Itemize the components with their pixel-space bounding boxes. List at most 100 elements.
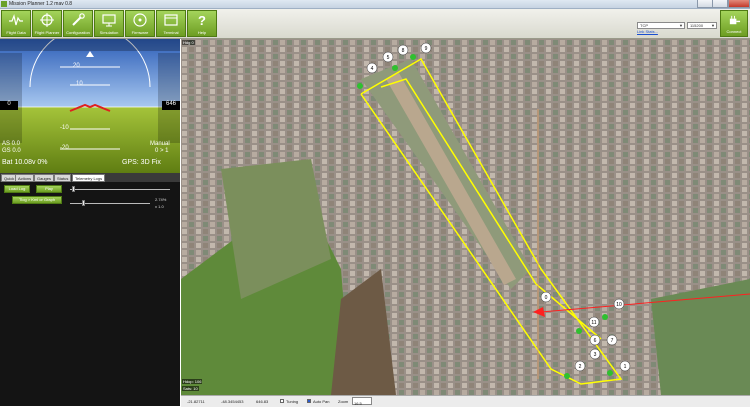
connect-label: Connect xyxy=(726,29,742,34)
flight-data-button[interactable]: Flight Data xyxy=(1,10,31,37)
hdop-readout: Hdop: 106 xyxy=(182,379,203,384)
waypoint-label: 11 xyxy=(591,320,596,326)
longitude-value: -48.3454453 xyxy=(221,399,244,404)
playback-speed: x 1.0 xyxy=(155,204,164,209)
flight-planner-button[interactable]: Flight Planner xyxy=(32,10,62,37)
flight-data-tabs: Quick Actions Gauges Status Telemetry Lo… xyxy=(0,173,180,182)
waypoint-label: 9 xyxy=(425,46,428,52)
hud-artificial-horizon xyxy=(0,39,180,173)
monitor-icon xyxy=(102,14,116,27)
waypoint-label: 10 xyxy=(616,302,622,308)
load-log-button[interactable]: Load Log xyxy=(4,185,30,193)
airspeed-text: AS 0.0 xyxy=(2,141,21,147)
tuning-checkbox[interactable] xyxy=(280,399,284,403)
tab-gauges-label: Gauges xyxy=(37,176,52,181)
connect-button[interactable]: Connect xyxy=(720,10,748,37)
park-area xyxy=(651,279,750,395)
tab-actions[interactable]: Actions xyxy=(15,174,35,182)
play-button[interactable]: Play xyxy=(36,185,62,193)
zoom-value: 16.5 xyxy=(354,401,362,406)
wrench-icon xyxy=(72,13,85,26)
satellite-map: 0 1 2 3 4 5 6 7 8 9 10 11 xyxy=(181,39,750,395)
pitch-label: 20 xyxy=(73,63,80,69)
pitch-label: -20 xyxy=(60,145,69,151)
chevron-down-icon: ▼ xyxy=(711,23,715,28)
tlog-graph-label: Tlog > Kml or Graph xyxy=(18,197,56,202)
telemetry-logs-panel: Load Log Play Tlog > Kml or Graph 2.74% … xyxy=(0,182,180,406)
altitude-readout: 646 xyxy=(162,101,180,110)
waypoint-label: 1 xyxy=(624,364,627,370)
sats-readout: Sats: 10 xyxy=(182,386,199,391)
map-view[interactable]: 0 1 2 3 4 5 6 7 8 9 10 11 Hdg 0 Hdop: 10… xyxy=(181,39,750,395)
minimize-button[interactable] xyxy=(697,0,713,8)
zoom-label: Zoom xyxy=(338,399,349,404)
flight-mode-text: Manual xyxy=(150,141,170,147)
plug-icon xyxy=(729,15,741,25)
help-button[interactable]: ? Help xyxy=(187,10,217,37)
firmware-label: Firmware xyxy=(131,30,149,35)
tab-gauges[interactable]: Gauges xyxy=(34,174,55,182)
progress-percent: 2.74% xyxy=(155,197,167,202)
simulation-button[interactable]: Simulation xyxy=(94,10,124,37)
gps-text: GPS: 3D Fix xyxy=(122,159,161,166)
title-bar: Mission Planner 1.2 mav 0.8 xyxy=(0,0,750,9)
log-progress-thumb[interactable] xyxy=(72,186,75,192)
tab-telemetry-logs-label: Telemetry Logs xyxy=(75,176,103,181)
pulse-icon xyxy=(9,13,23,26)
waypoint-label: 2 xyxy=(579,364,582,370)
waypoint-label: 8 xyxy=(402,48,405,54)
log-progress-track xyxy=(70,189,170,190)
waypoint-label: 6 xyxy=(594,338,597,344)
port-select[interactable]: TCP ▼ xyxy=(637,22,685,29)
load-log-label: Load Log xyxy=(8,186,26,191)
terminal-button[interactable]: Terminal xyxy=(156,10,186,37)
terminal-icon xyxy=(164,14,178,26)
waypoint-label: 0 xyxy=(545,295,548,301)
window-title: Mission Planner 1.2 mav 0.8 xyxy=(9,1,73,7)
configuration-button[interactable]: Configuration xyxy=(63,10,93,37)
help-label: Help xyxy=(197,30,207,35)
hud-display: 0 646 20 10 -10 -20 AS 0.0 GS 0.0 Manual… xyxy=(0,39,180,173)
firmware-button[interactable]: Firmware xyxy=(125,10,155,37)
chevron-down-icon: ▼ xyxy=(679,23,683,28)
tab-status[interactable]: Status xyxy=(54,174,72,182)
tab-quick-label: Quick xyxy=(4,176,15,181)
flight-data-label: Flight Data xyxy=(6,30,26,35)
terminal-label: Terminal xyxy=(163,30,179,35)
maximize-button[interactable] xyxy=(712,0,728,8)
latitude-value: -21.82711 xyxy=(187,399,205,404)
tlog-graph-button[interactable]: Tlog > Kml or Graph xyxy=(12,196,62,204)
armed-text: 0 > 1 xyxy=(155,148,169,154)
pitch-label: -10 xyxy=(60,125,69,131)
app-icon xyxy=(1,1,7,7)
tuning-label: Tuning xyxy=(286,399,299,404)
tab-telemetry-logs[interactable]: Telemetry Logs xyxy=(72,174,106,182)
map-status-bar: -21.82711 -48.3454453 646.83 Tuning Auto… xyxy=(181,395,750,407)
flight-planner-label: Flight Planner xyxy=(34,30,60,35)
play-label: Play xyxy=(45,186,53,191)
tab-status-label: Status xyxy=(57,176,69,181)
auto-pan-checkbox[interactable] xyxy=(307,399,311,403)
disc-icon xyxy=(133,13,147,27)
svg-text:?: ? xyxy=(198,13,206,27)
simulation-label: Simulation xyxy=(99,30,119,35)
groundspeed-text: GS 0.0 xyxy=(2,148,21,154)
main-toolbar: Flight Data Flight Planner Configuration… xyxy=(0,9,750,39)
baud-select[interactable]: 115200 ▼ xyxy=(687,22,717,29)
auto-pan-label: Auto Pan xyxy=(313,399,330,404)
speed-thumb[interactable] xyxy=(82,200,85,206)
link-stats-link[interactable]: Link Stats... xyxy=(637,29,658,34)
close-button[interactable] xyxy=(728,0,750,8)
crosshair-icon xyxy=(40,13,54,27)
configuration-label: Configuration xyxy=(66,30,90,35)
airspeed-readout: 0 xyxy=(0,101,18,110)
port-value: TCP xyxy=(640,23,648,28)
question-icon: ? xyxy=(198,13,206,27)
heading-readout: Hdg 0 xyxy=(182,40,195,45)
battery-text: Bat 10.08v 0% xyxy=(2,159,48,166)
altitude-value: 646.83 xyxy=(256,399,269,404)
zoom-input[interactable]: 16.5 xyxy=(352,397,372,406)
waypoint-label: 4 xyxy=(371,66,374,72)
waypoint-label: 3 xyxy=(594,352,597,358)
waypoint-label: 7 xyxy=(611,338,614,344)
